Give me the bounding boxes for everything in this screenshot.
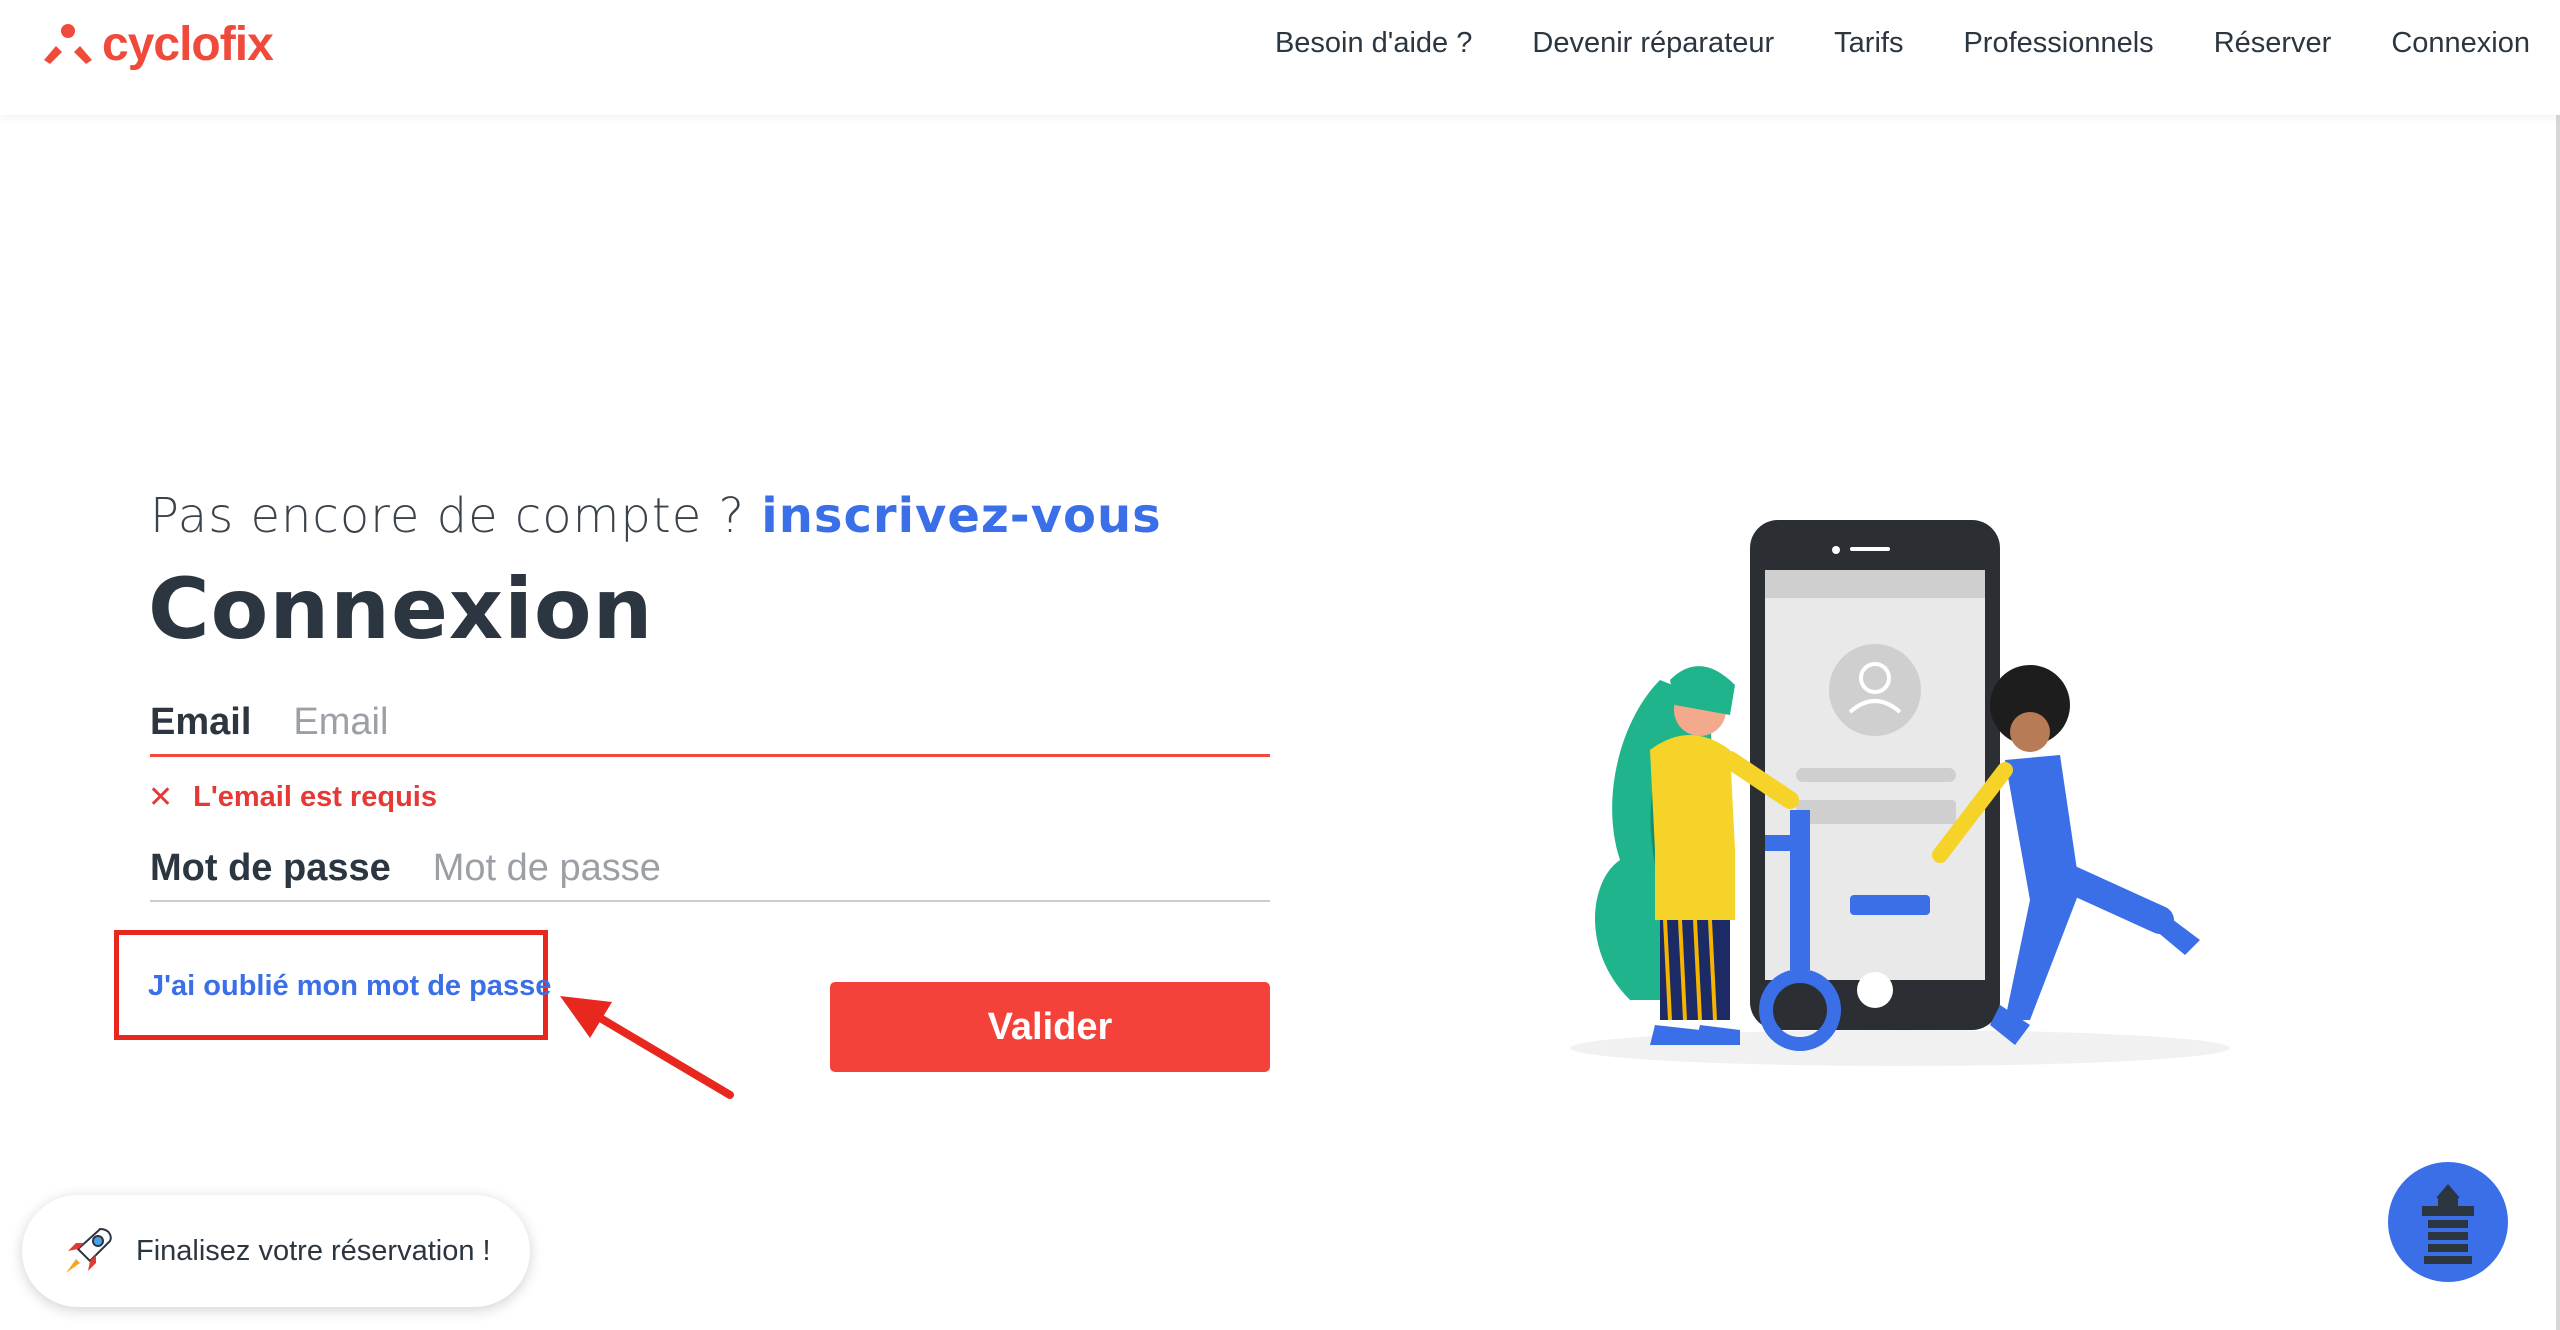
password-input[interactable] <box>430 846 1270 900</box>
top-header: cyclofix Besoin d'aide ? Devenir réparat… <box>0 0 2560 115</box>
nav-book[interactable]: Réserver <box>2214 22 2332 64</box>
password-field: Mot de passe <box>150 838 1270 902</box>
rocket-icon <box>66 1227 112 1273</box>
signup-prompt-text: Pas encore de compte ? <box>150 488 745 544</box>
cyclofix-logo[interactable]: cyclofix <box>42 14 274 74</box>
nav-professionals[interactable]: Professionnels <box>1963 22 2153 64</box>
nav-become-repairer[interactable]: Devenir réparateur <box>1532 22 1774 64</box>
annotation-arrow-icon <box>560 996 734 1099</box>
email-error-text: L'email est requis <box>193 781 437 813</box>
submit-button[interactable]: Valider <box>830 982 1270 1072</box>
login-illustration <box>1570 520 2230 1066</box>
window-edge <box>2556 0 2560 1330</box>
main-nav: Besoin d'aide ? Devenir réparateur Tarif… <box>1215 22 2530 64</box>
finish-booking-widget[interactable]: Finalisez votre réservation ! <box>22 1195 530 1307</box>
signup-link[interactable]: inscrivez-vous <box>761 488 1161 544</box>
email-field: Email <box>150 692 1270 757</box>
email-label: Email <box>150 701 252 743</box>
email-input[interactable] <box>291 700 1270 754</box>
forgot-password-link[interactable]: J'ai oublié mon mot de passe <box>148 970 551 1003</box>
logo-mark-icon <box>44 24 92 64</box>
password-label: Mot de passe <box>150 847 391 889</box>
email-error: ✕ L'email est requis <box>148 780 437 815</box>
page-title: Connexion <box>148 560 654 658</box>
lighthouse-icon <box>2422 1184 2474 1264</box>
error-x-icon: ✕ <box>148 781 174 814</box>
nav-login[interactable]: Connexion <box>2391 22 2530 64</box>
nav-help[interactable]: Besoin d'aide ? <box>1275 22 1472 64</box>
logo-text: cyclofix <box>102 17 274 71</box>
finish-booking-text: Finalisez votre réservation ! <box>136 1234 491 1267</box>
signup-prompt: Pas encore de compte ? inscrivez-vous <box>150 488 1162 544</box>
chat-widget-button[interactable] <box>2388 1162 2508 1282</box>
nav-pricing[interactable]: Tarifs <box>1834 22 1903 64</box>
